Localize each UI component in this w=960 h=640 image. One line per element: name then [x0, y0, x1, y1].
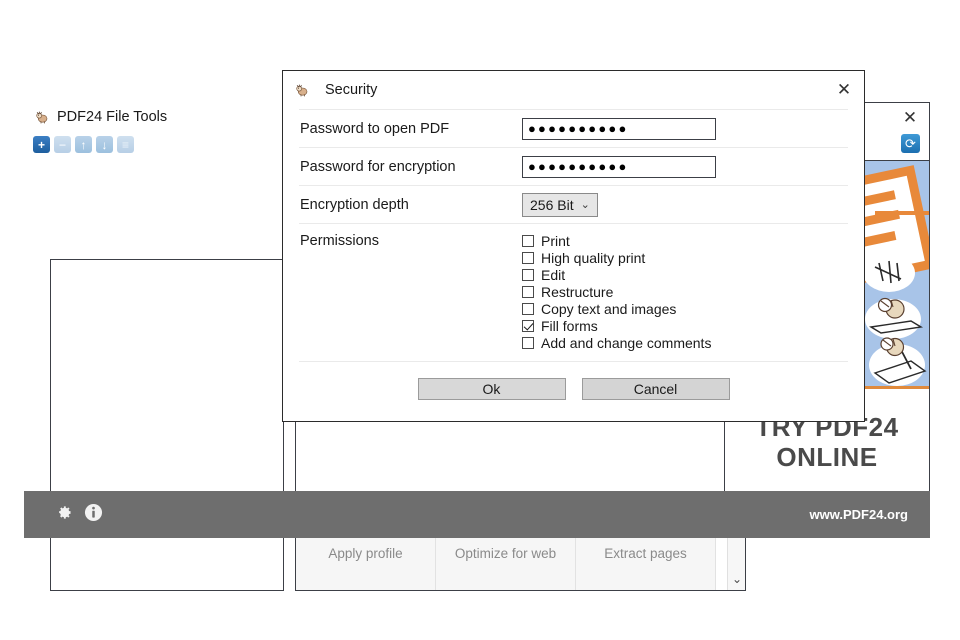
password-for-encryption-label: Password for encryption: [300, 158, 456, 175]
permission-add-and-change-comments[interactable]: Add and change comments: [522, 335, 711, 351]
dialog-button-bar: Ok Cancel: [283, 357, 864, 421]
row-encryption-depth: Encryption depth 256 Bit ⌄: [299, 185, 848, 223]
row-password-to-open: Password to open PDF ●●●●●●●●●●: [299, 109, 848, 147]
close-icon[interactable]: ✕: [901, 109, 919, 127]
chevron-down-icon: ⌄: [580, 199, 590, 211]
checkbox-add-and-change-comments[interactable]: [522, 337, 534, 349]
close-icon[interactable]: ✕: [832, 78, 856, 102]
permission-label: Edit: [541, 267, 566, 283]
permission-label: Print: [541, 233, 570, 249]
password-for-encryption-input[interactable]: ●●●●●●●●●●: [522, 155, 716, 178]
checkbox-fill-forms[interactable]: [522, 320, 534, 332]
main-window-title: PDF24 File Tools: [57, 109, 168, 125]
refresh-icon[interactable]: ⟳: [901, 134, 920, 153]
add-files-icon: +: [37, 137, 45, 152]
permission-copy-text-and-images[interactable]: Copy text and images: [522, 301, 711, 317]
move-down-button[interactable]: ↓: [96, 136, 113, 153]
row-password-for-encryption: Password for encryption ●●●●●●●●●●: [299, 147, 848, 185]
arrow-up-icon: ↑: [80, 137, 87, 152]
permission-label: Add and change comments: [541, 335, 712, 351]
permission-label: Copy text and images: [541, 301, 677, 317]
encryption-depth-label: Encryption depth: [300, 196, 409, 213]
checkbox-high-quality-print[interactable]: [522, 252, 534, 264]
checkbox-copy-text-and-images[interactable]: [522, 303, 534, 315]
pdf24-website-url[interactable]: www.PDF24.org: [810, 507, 908, 522]
checkbox-edit[interactable]: [522, 269, 534, 281]
move-up-button[interactable]: ↑: [75, 136, 92, 153]
status-bar: www.PDF24.org: [24, 491, 930, 538]
dialog-body: Password to open PDF ●●●●●●●●●● Password…: [283, 109, 864, 362]
ad-footer-line-2: ONLINE: [776, 441, 878, 472]
pdf24-sheep-icon: [294, 82, 310, 98]
checkbox-restructure[interactable]: [522, 286, 534, 298]
cancel-button[interactable]: Cancel: [581, 378, 730, 400]
remove-files-icon: −: [58, 137, 66, 152]
permission-print[interactable]: Print: [522, 233, 711, 249]
password-to-open-input[interactable]: ●●●●●●●●●●: [522, 117, 716, 140]
permission-label: Restructure: [541, 284, 614, 300]
scroll-down-chevron-icon[interactable]: ⌄: [728, 572, 745, 586]
arrow-down-icon: ↓: [101, 137, 108, 152]
pdf24-sheep-icon: [34, 109, 50, 125]
remove-files-button[interactable]: −: [54, 136, 71, 153]
tool-label: Extract pages: [604, 546, 687, 561]
permission-fill-forms[interactable]: Fill forms: [522, 318, 711, 334]
row-permissions: Permissions Print High quality print Edi…: [299, 223, 848, 362]
dialog-titlebar: Security ✕: [283, 71, 864, 109]
checkbox-print[interactable]: [522, 235, 534, 247]
permission-edit[interactable]: Edit: [522, 267, 711, 283]
encryption-depth-value: 256 Bit: [530, 196, 574, 213]
add-files-button[interactable]: +: [33, 136, 50, 153]
permission-label: High quality print: [541, 250, 646, 266]
security-dialog: Security ✕ Password to open PDF ●●●●●●●●…: [282, 70, 865, 422]
tool-label: Apply profile: [328, 546, 403, 561]
permission-label: Fill forms: [541, 318, 598, 334]
list-lines-icon: ≡: [121, 137, 129, 152]
sort-list-button[interactable]: ≡: [117, 136, 134, 153]
ok-button[interactable]: Ok: [417, 378, 566, 400]
app-root: PDF24 File Tools Apply profile Optimize …: [0, 0, 960, 640]
tool-label: Optimize for web: [454, 546, 557, 561]
info-icon[interactable]: [84, 503, 103, 527]
encryption-depth-select[interactable]: 256 Bit ⌄: [522, 192, 598, 217]
permissions-label: Permissions: [300, 233, 379, 249]
dialog-title: Security: [325, 82, 378, 98]
file-list-panel[interactable]: [50, 259, 284, 591]
password-to-open-label: Password to open PDF: [300, 120, 450, 137]
permissions-list: Print High quality print Edit Restructur…: [522, 233, 711, 351]
permission-restructure[interactable]: Restructure: [522, 284, 711, 300]
status-bar-icons: [54, 503, 103, 527]
gear-icon[interactable]: [54, 503, 73, 527]
permission-high-quality-print[interactable]: High quality print: [522, 250, 711, 266]
file-toolbar: + − ↑ ↓ ≡: [33, 136, 134, 153]
